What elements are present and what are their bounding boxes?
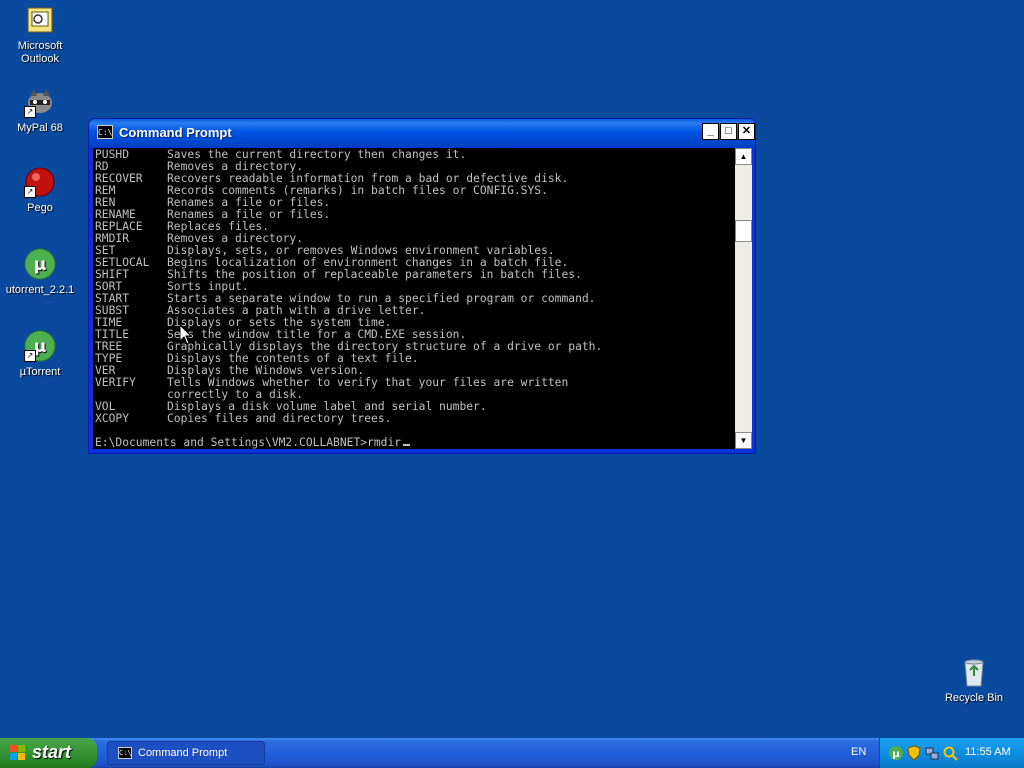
desktop-icon-label: utorrent_2.2.1 [5,284,75,296]
console-prompt: E:\Documents and Settings\VM2.COLLABNET>… [95,436,402,449]
utorrent-icon: µ ↗ [24,330,56,362]
security-shield-icon[interactable] [906,745,922,761]
maximize-button[interactable]: □ [720,123,737,140]
desktop-icon-recycle-bin[interactable]: Recycle Bin [934,656,1014,705]
desktop-icon-utorrent-221[interactable]: µ utorrent_2.2.1 [0,248,80,297]
outlook-icon [24,4,56,36]
mouse-pointer-icon [180,325,193,345]
recycle-bin-icon [958,656,990,688]
taskbar: start C:\ Command Prompt EN µ 11:55 AM [0,738,1024,768]
shortcut-arrow-icon: ↗ [24,186,36,198]
desktop-icon-label: Microsoft [17,40,63,52]
desktop-icon-label: MyPal 68 [17,122,63,134]
desktop-icon-label: Recycle Bin [944,692,1004,704]
window-titlebar[interactable]: C:\ Command Prompt _ □ ✕ [89,119,755,147]
start-label: start [32,742,72,762]
window-title: Command Prompt [119,125,232,140]
desktop-icon-mypal[interactable]: ↗ MyPal 68 [0,86,80,135]
command-prompt-window[interactable]: C:\ Command Prompt _ □ ✕ PUSHD Saves the … [88,118,756,454]
start-button[interactable]: start [0,738,97,768]
raccoon-icon: ↗ [24,86,56,118]
shortcut-arrow-icon: ↗ [24,350,36,362]
scroll-up-button[interactable]: ▲ [735,148,752,165]
console-command-name: VERIFY [95,376,136,389]
desktop-icon-label: µTorrent [19,366,61,378]
windows-flag-icon [10,745,26,761]
close-button[interactable]: ✕ [738,123,755,140]
clock[interactable]: 11:55 AM [965,746,1011,758]
desktop-icon-outlook[interactable]: Microsoft Outlook [0,4,80,66]
cmd-app-icon: C:\ [118,747,132,759]
console-line: XCOPY Copies files and directory trees. [95,413,735,425]
scroll-thumb[interactable] [735,220,752,242]
text-cursor [403,444,411,446]
taskbar-button-label: Command Prompt [138,747,228,759]
taskbar-button-command-prompt[interactable]: C:\ Command Prompt [107,741,265,765]
system-tray: µ 11:55 AM [879,738,1024,768]
console-prompt-line[interactable]: E:\Documents and Settings\VM2.COLLABNET>… [95,437,735,449]
desktop-icon-label: Outlook [21,53,59,65]
cmd-app-icon: C:\ [97,125,113,139]
scroll-down-button[interactable]: ▼ [735,432,752,449]
search-icon[interactable] [942,745,958,761]
desktop-icon-label: Pego [27,202,53,214]
vertical-scrollbar[interactable]: ▲ ▼ [735,148,752,449]
utorrent-icon: µ [24,248,56,280]
desktop-icon-pego[interactable]: ↗ Pego [0,166,80,215]
minimize-button[interactable]: _ [702,123,719,140]
console-command-name: XCOPY [95,412,130,425]
pego-icon: ↗ [24,166,56,198]
shortcut-arrow-icon: ↗ [24,106,36,118]
desktop-icon-utorrent[interactable]: µ ↗ µTorrent [0,330,80,379]
svg-text:µ: µ [34,255,47,275]
language-indicator[interactable]: EN [851,746,866,758]
utorrent-tray-icon[interactable]: µ [888,745,904,761]
svg-text:µ: µ [892,749,900,760]
console-output[interactable]: PUSHD Saves the current directory then ch… [93,148,735,449]
console-command-description: Copies files and directory trees. [167,412,392,425]
network-icon[interactable] [924,745,940,761]
console-text: PUSHD Saves the current directory then ch… [93,148,735,449]
